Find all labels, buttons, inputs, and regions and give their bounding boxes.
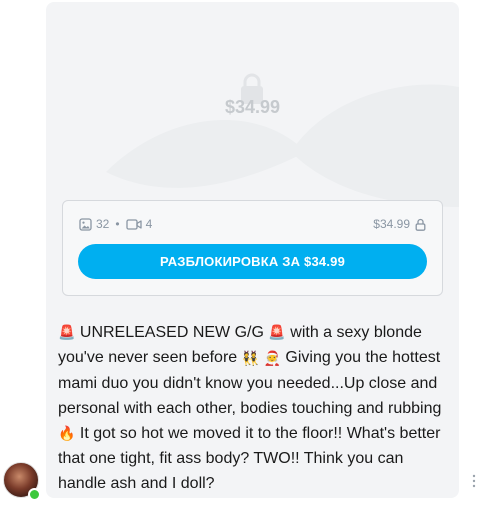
more-vertical-icon[interactable] — [472, 473, 476, 489]
image-icon — [79, 217, 92, 231]
fire-emoji: 🔥 — [58, 424, 76, 441]
unlock-panel: 32 • 4 $34.99 РАЗБЛОКИРОВКА ЗА $34.99 — [62, 200, 443, 296]
price-info: $34.99 — [373, 217, 426, 231]
price-label: $34.99 — [373, 217, 410, 231]
santa-emoji: 🧑‍🎄 — [263, 349, 281, 366]
price-overlay: $34.99 — [224, 97, 281, 117]
video-icon — [125, 218, 142, 230]
video-count: 4 — [145, 217, 153, 231]
media-info-row: 32 • 4 $34.99 — [79, 215, 426, 233]
siren-emoji: 🚨 — [268, 324, 286, 341]
locked-media-preview[interactable]: $34.99 32 • 4 $34.99 РАЗБЛОКИРОВКА ЗА $3… — [46, 2, 459, 310]
message-card: $34.99 32 • 4 $34.99 РАЗБЛОКИРОВКА ЗА $3… — [46, 2, 459, 498]
unlock-button[interactable]: РАЗБЛОКИРОВКА ЗА $34.99 — [78, 244, 427, 279]
photo-count: 32 — [96, 217, 110, 231]
count-separator: • — [115, 217, 120, 231]
message-text: 🚨 UNRELEASED NEW G/G 🚨 with a sexy blond… — [58, 320, 453, 496]
media-counts: 32 • 4 — [79, 217, 152, 231]
siren-emoji: 🚨 — [58, 324, 76, 341]
online-status-dot — [28, 488, 41, 501]
lock-icon — [415, 218, 426, 231]
dancers-emoji: 👯 — [241, 349, 260, 366]
